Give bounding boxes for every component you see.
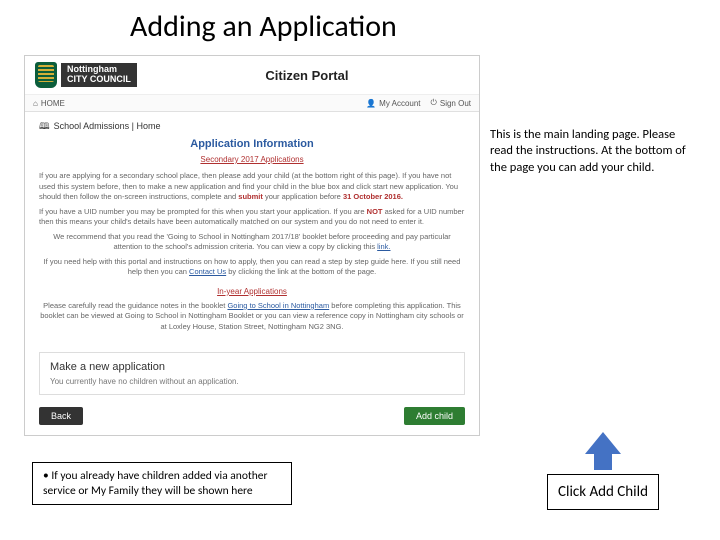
add-child-button[interactable]: Add child xyxy=(404,407,465,425)
portal-header: Nottingham CITY COUNCIL Citizen Portal xyxy=(25,56,479,95)
side-note: This is the main landing page. Please re… xyxy=(490,55,696,436)
nav-home-label: HOME xyxy=(41,99,65,108)
nav-account-label: My Account xyxy=(379,99,420,108)
power-icon: ⏻ xyxy=(431,98,437,108)
nav-account[interactable]: 👤 My Account xyxy=(366,98,420,108)
crest-icon xyxy=(35,62,57,88)
button-row: Back Add child xyxy=(25,401,479,435)
going-to-school-link[interactable]: Going to School in Nottingham xyxy=(227,301,329,310)
user-icon: 👤 xyxy=(366,99,376,108)
contact-link[interactable]: Contact Us xyxy=(189,267,226,276)
inyear-heading[interactable]: In-year Applications xyxy=(39,286,465,297)
portal-nav: ⌂ HOME 👤 My Account ⏻ Sign Out xyxy=(25,95,479,112)
council-logo: Nottingham CITY COUNCIL xyxy=(35,62,137,88)
para-5: Please carefully read the guidance notes… xyxy=(39,301,465,333)
arrow-stem xyxy=(594,452,612,470)
callout-label: Click Add Child xyxy=(547,474,659,510)
booklet-link[interactable]: link. xyxy=(377,242,390,251)
para-4: If you need help with this portal and in… xyxy=(39,257,465,278)
portal-window: Nottingham CITY COUNCIL Citizen Portal ⌂… xyxy=(24,55,480,436)
para-2: If you have a UID number you may be prom… xyxy=(39,207,465,228)
breadcrumb-text: School Admissions | Home xyxy=(54,120,161,133)
home-icon: ⌂ xyxy=(33,99,38,108)
council-name: Nottingham CITY COUNCIL xyxy=(61,63,137,87)
back-button[interactable]: Back xyxy=(39,407,83,425)
slide-title: Adding an Application xyxy=(0,0,720,55)
existing-children-note: • If you already have children added via… xyxy=(32,462,292,505)
add-child-callout: Click Add Child xyxy=(518,462,688,510)
para-3: We recommend that you read the 'Going to… xyxy=(39,232,465,253)
new-app-subtext: You currently have no children without a… xyxy=(50,377,454,386)
main-row: Nottingham CITY COUNCIL Citizen Portal ⌂… xyxy=(0,55,720,436)
nav-home[interactable]: ⌂ HOME xyxy=(33,99,65,108)
breadcrumb: 🕮 School Admissions | Home xyxy=(39,120,465,133)
new-app-title: Make a new application xyxy=(50,361,454,373)
para-1: If you are applying for a secondary scho… xyxy=(39,171,465,203)
secondary-heading[interactable]: Secondary 2017 Applications xyxy=(39,154,465,165)
nav-signout-label: Sign Out xyxy=(440,99,471,108)
arrow-up-icon xyxy=(585,432,621,454)
portal-screenshot: Nottingham CITY COUNCIL Citizen Portal ⌂… xyxy=(24,55,480,436)
application-info-heading: Application Information xyxy=(39,137,465,152)
council-line2: CITY COUNCIL xyxy=(67,75,131,85)
book-icon: 🕮 xyxy=(39,120,50,133)
portal-title: Citizen Portal xyxy=(145,68,469,83)
nav-signout[interactable]: ⏻ Sign Out xyxy=(431,98,471,108)
new-application-panel: Make a new application You currently hav… xyxy=(39,352,465,395)
portal-body: 🕮 School Admissions | Home Application I… xyxy=(25,112,479,344)
bottom-row: • If you already have children added via… xyxy=(0,436,720,510)
